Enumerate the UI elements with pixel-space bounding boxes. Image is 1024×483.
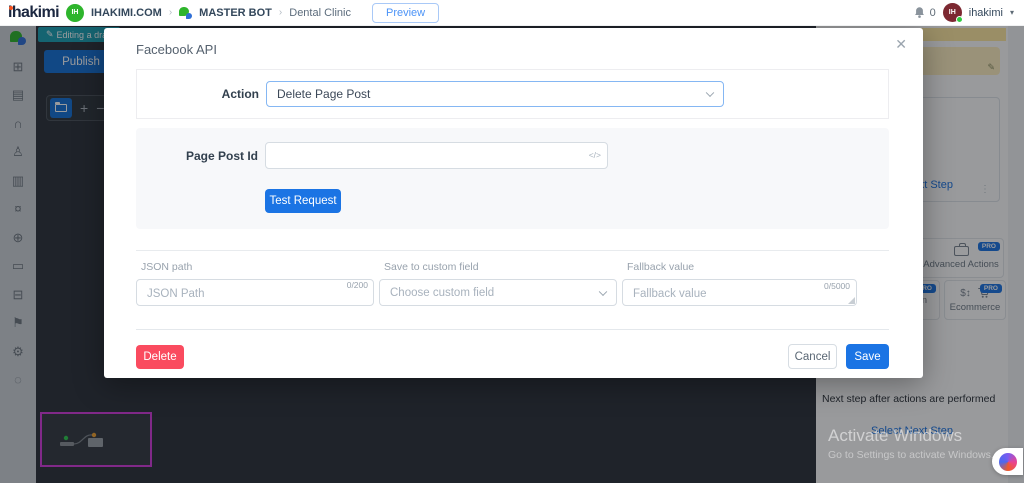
fallback-value-textarea[interactable]: Fallback value 0/5000 [622,279,857,306]
action-select[interactable]: Delete Page Post [266,81,724,107]
notifications-button[interactable]: 0 [913,6,936,19]
page-post-id-input[interactable] [265,142,608,169]
action-select-value: Delete Page Post [277,87,371,101]
top-bar: ihakimi IH IHAKIMI.COM › MASTER BOT › De… [0,0,1024,26]
online-status-dot [955,16,963,23]
footer-divider [136,329,889,330]
modal-footer: Delete Cancel Save [136,344,889,369]
breadcrumb-workspace[interactable]: IHAKIMI.COM [91,7,162,19]
code-icon[interactable]: </> [589,150,601,160]
fallback-placeholder: Fallback value [633,287,707,300]
workspace-avatar[interactable]: IH [65,3,84,22]
watermark-line2: Go to Settings to activate Windows. [828,449,994,461]
fallback-value-header: Fallback value [627,261,695,273]
custom-field-select[interactable]: Choose custom field [379,279,617,306]
cancel-button[interactable]: Cancel [788,344,837,369]
preview-button[interactable]: Preview [372,2,440,23]
custom-field-placeholder: Choose custom field [390,286,495,299]
assistant-orb-icon [998,452,1017,471]
windows-watermark: Activate Windows Go to Settings to activ… [828,426,994,461]
response-mapping-section: JSON path Save to custom field Fallback … [136,250,889,306]
action-label: Action [221,87,259,101]
username[interactable]: ihakimi [969,7,1003,19]
test-request-button[interactable]: Test Request [265,189,341,213]
breadcrumb-separator: › [168,7,173,18]
json-path-wrap: 0/200 [136,279,374,306]
facebook-api-modal: Facebook API ✕ Action Delete Page Post P… [104,28,923,378]
breadcrumb-bot[interactable]: MASTER BOT [199,7,272,19]
action-section: Action Delete Page Post [136,69,889,119]
chevron-down-icon [705,88,715,98]
bell-icon [914,7,924,18]
logo-text: ihakimi [8,3,60,21]
save-button[interactable]: Save [846,344,889,369]
delete-button[interactable]: Delete [136,344,184,369]
chevron-down-icon[interactable]: ▾ [1010,8,1014,17]
bot-chat-icon [179,6,193,19]
fallback-counter: 0/5000 [824,281,850,291]
assistant-pill[interactable] [992,448,1023,475]
json-path-header: JSON path [141,261,193,273]
json-path-counter: 0/200 [346,280,368,290]
watermark-line1: Activate Windows [828,426,963,445]
app-logo[interactable]: ihakimi [8,3,60,22]
resize-handle-icon[interactable] [848,297,855,304]
chevron-down-icon [598,287,608,296]
notification-count: 0 [929,6,936,19]
user-avatar-initials: IH [948,9,956,16]
modal-title: Facebook API [136,42,217,57]
json-path-input[interactable] [136,279,374,306]
parameters-section: Page Post Id </> Test Request [136,128,889,229]
breadcrumb-flow[interactable]: Dental Clinic [289,7,351,19]
page-post-id-wrap: </> [265,142,608,169]
close-icon[interactable]: ✕ [895,36,907,53]
user-avatar[interactable]: IH [942,3,963,23]
page-post-id-label: Page Post Id [185,148,258,163]
save-to-custom-field-header: Save to custom field [384,261,479,273]
breadcrumb-separator: › [278,7,283,18]
logo-dot-icon [9,5,13,10]
